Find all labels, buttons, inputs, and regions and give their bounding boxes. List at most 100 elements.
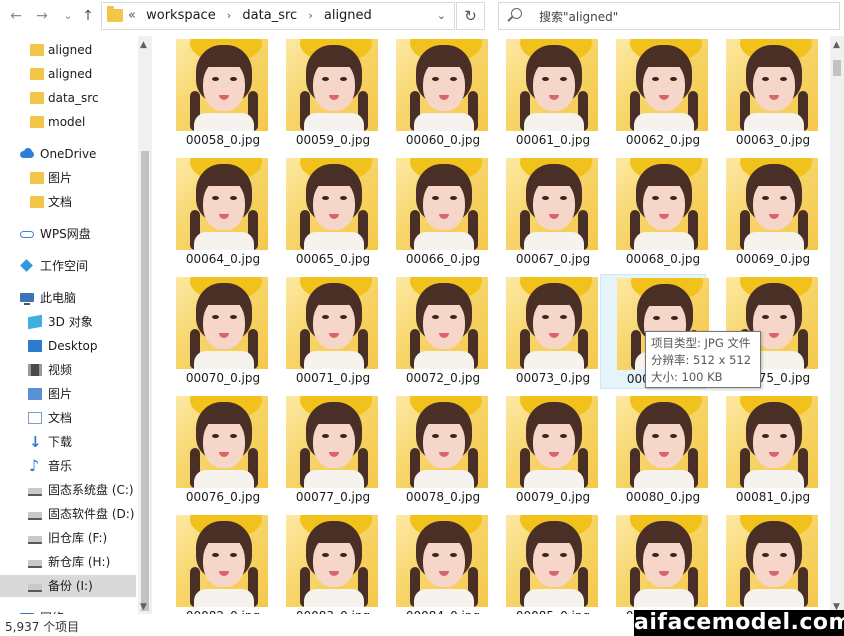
sidebar-item[interactable]: OneDrive xyxy=(0,143,136,165)
file-item[interactable]: 00087_0.jpg xyxy=(710,512,818,614)
file-thumbnail xyxy=(506,396,598,488)
sidebar-item[interactable]: 备份 (I:) xyxy=(0,575,136,597)
video-icon xyxy=(28,364,42,376)
sidebar-scrollbar[interactable]: ▲ ▼ xyxy=(138,36,152,614)
file-view-scroll-thumb[interactable] xyxy=(833,60,841,76)
sidebar-item-label: data_src xyxy=(48,91,99,105)
sidebar-item[interactable]: 文档 xyxy=(0,407,136,429)
file-name: 00069_0.jpg xyxy=(735,252,811,266)
sidebar-scroll-thumb[interactable] xyxy=(141,151,149,611)
sidebar-item[interactable]: 文档 xyxy=(0,191,136,213)
sidebar-item[interactable]: 3D 对象 xyxy=(0,311,136,333)
refresh-icon[interactable]: ↻ xyxy=(456,2,485,30)
file-item[interactable]: 00066_0.jpg xyxy=(380,155,488,270)
file-name: 00080_0.jpg xyxy=(625,490,701,504)
file-thumbnail xyxy=(396,396,488,488)
sidebar-item[interactable]: WPS网盘 xyxy=(0,223,136,245)
file-item[interactable]: 00063_0.jpg xyxy=(710,36,818,151)
file-item[interactable]: 00084_0.jpg xyxy=(380,512,488,614)
file-thumbnail xyxy=(176,396,268,488)
file-thumbnail xyxy=(176,39,268,131)
file-thumbnail xyxy=(506,515,598,607)
file-name: 00068_0.jpg xyxy=(625,252,701,266)
file-item[interactable]: 00069_0.jpg xyxy=(710,155,818,270)
breadcrumb-data-src[interactable]: data_src xyxy=(242,3,297,29)
file-item[interactable]: 00081_0.jpg xyxy=(710,393,818,508)
file-item[interactable]: 00070_0.jpg xyxy=(160,274,268,389)
file-item[interactable]: 00058_0.jpg xyxy=(160,36,268,151)
file-item[interactable]: 00068_0.jpg xyxy=(600,155,708,270)
file-item[interactable]: 00062_0.jpg xyxy=(600,36,708,151)
breadcrumb-separator-icon[interactable]: › xyxy=(301,3,319,29)
recent-locations-chevron-icon[interactable]: ⌄ xyxy=(58,6,78,26)
file-item[interactable]: 00082_0.jpg xyxy=(160,512,268,614)
file-item[interactable]: 00059_0.jpg xyxy=(270,36,378,151)
file-item[interactable]: 00085_0.jpg xyxy=(490,512,598,614)
file-thumbnail xyxy=(616,515,708,607)
sidebar-item[interactable]: 网络 xyxy=(0,607,136,614)
scroll-up-arrow-icon[interactable]: ▲ xyxy=(140,40,147,50)
sidebar-item[interactable]: 新仓库 (H:) xyxy=(0,551,136,573)
sidebar-item[interactable]: 固态系统盘 (C:) xyxy=(0,479,136,501)
sidebar-item[interactable]: aligned xyxy=(0,39,136,61)
file-item[interactable]: 00065_0.jpg xyxy=(270,155,378,270)
search-box[interactable] xyxy=(498,2,840,30)
folder-icon xyxy=(30,172,44,184)
file-name: 00063_0.jpg xyxy=(735,133,811,147)
file-thumbnail xyxy=(396,277,488,369)
sidebar-item[interactable]: 下载 xyxy=(0,431,136,453)
file-item[interactable]: 00079_0.jpg xyxy=(490,393,598,508)
sidebar-item[interactable]: 工作空间 xyxy=(0,255,136,277)
address-dropdown-chevron-icon[interactable]: ⌄ xyxy=(437,3,446,29)
sidebar-item[interactable]: 旧仓库 (F:) xyxy=(0,527,136,549)
file-item[interactable]: 00060_0.jpg xyxy=(380,36,488,151)
sidebar-item[interactable]: data_src xyxy=(0,87,136,109)
sidebar-item-label: 固态软件盘 (D:) xyxy=(48,507,135,521)
breadcrumb-separator-icon[interactable]: › xyxy=(220,3,238,29)
file-item[interactable]: 00067_0.jpg xyxy=(490,155,598,270)
sidebar-item[interactable]: 图片 xyxy=(0,167,136,189)
address-bar[interactable]: « workspace › data_src › aligned ⌄ xyxy=(101,2,455,30)
file-thumbnail xyxy=(726,158,818,250)
sidebar-item[interactable]: model xyxy=(0,111,136,133)
navigation-bar: ← → ⌄ ↑ « workspace › data_src › aligned… xyxy=(0,0,844,34)
breadcrumb-aligned[interactable]: aligned xyxy=(324,3,372,29)
file-item[interactable]: 00077_0.jpg xyxy=(270,393,378,508)
sidebar-item-label: 此电脑 xyxy=(40,291,77,305)
sidebar-item-label: 旧仓库 (F:) xyxy=(48,531,108,545)
sidebar-item[interactable]: 音乐 xyxy=(0,455,136,477)
sidebar-item[interactable]: 此电脑 xyxy=(0,287,136,309)
sidebar-item[interactable]: 固态软件盘 (D:) xyxy=(0,503,136,525)
file-name: 00059_0.jpg xyxy=(295,133,371,147)
folder-icon xyxy=(30,68,44,80)
file-item[interactable]: 00083_0.jpg xyxy=(270,512,378,614)
file-item[interactable]: 00072_0.jpg xyxy=(380,274,488,389)
file-thumbnail xyxy=(726,39,818,131)
file-item[interactable]: 00078_0.jpg xyxy=(380,393,488,508)
breadcrumb-workspace[interactable]: workspace xyxy=(146,3,216,29)
sidebar-item-label: 工作空间 xyxy=(40,259,89,273)
sidebar-item[interactable]: Desktop xyxy=(0,335,136,357)
file-view-scrollbar[interactable]: ▲ ▼ xyxy=(830,36,844,614)
file-name: 00065_0.jpg xyxy=(295,252,371,266)
sidebar-item-label: 文档 xyxy=(48,411,73,425)
sidebar-item[interactable]: aligned xyxy=(0,63,136,85)
scroll-down-arrow-icon[interactable]: ▼ xyxy=(140,602,147,612)
file-item[interactable]: 00071_0.jpg xyxy=(270,274,378,389)
back-arrow-icon[interactable]: ← xyxy=(6,6,26,26)
sidebar-item[interactable]: 图片 xyxy=(0,383,136,405)
file-item[interactable]: 00086_0.jpg xyxy=(600,512,708,614)
file-item[interactable]: 00080_0.jpg xyxy=(600,393,708,508)
folder-icon xyxy=(30,44,44,56)
file-item[interactable]: 00073_0.jpg xyxy=(490,274,598,389)
up-arrow-icon[interactable]: ↑ xyxy=(78,6,98,26)
search-input[interactable] xyxy=(537,6,831,28)
file-item[interactable]: 00064_0.jpg xyxy=(160,155,268,270)
sidebar-item[interactable]: 视频 xyxy=(0,359,136,381)
file-item[interactable]: 00061_0.jpg xyxy=(490,36,598,151)
file-item[interactable]: 00076_0.jpg xyxy=(160,393,268,508)
item-count: 5,937 个项目 xyxy=(5,620,80,634)
scroll-up-arrow-icon[interactable]: ▲ xyxy=(833,40,840,50)
breadcrumb-overflow-chevron-icon[interactable]: « xyxy=(128,3,142,29)
forward-arrow-icon[interactable]: → xyxy=(32,6,52,26)
